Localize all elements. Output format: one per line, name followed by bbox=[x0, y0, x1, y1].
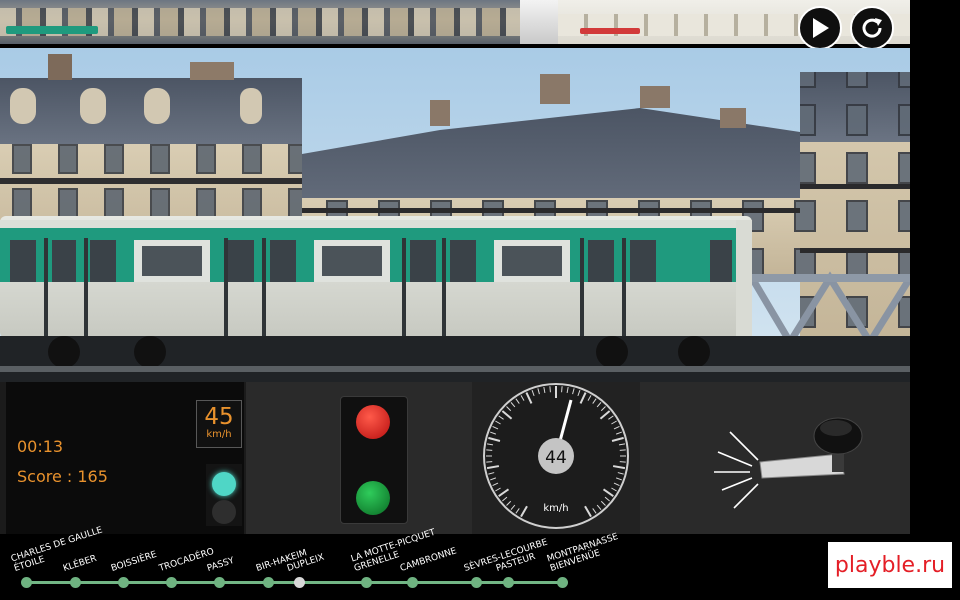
station-dot bbox=[407, 577, 418, 588]
speedometer-value: 44 bbox=[545, 448, 567, 468]
speedometer-tick bbox=[619, 461, 626, 463]
watermark-logo: playble.ru bbox=[828, 542, 952, 588]
station-label: LA MOTTE-PICQUET GRENELLE bbox=[350, 528, 440, 574]
speedometer-tick bbox=[619, 449, 626, 451]
speedometer-unit: km/h bbox=[543, 503, 568, 514]
speedometer-tick bbox=[486, 461, 493, 463]
score: Score : 165 bbox=[17, 467, 108, 486]
lever-box bbox=[640, 382, 910, 534]
stop-button[interactable] bbox=[356, 405, 390, 439]
signal-button-housing bbox=[340, 396, 408, 524]
station-dot bbox=[166, 577, 177, 588]
speed-limit-display: 45 km/h bbox=[196, 400, 242, 448]
minimap-marker bbox=[580, 28, 640, 34]
speedometer-tick bbox=[549, 386, 551, 393]
station-dot bbox=[294, 577, 305, 588]
speedometer: 44 km/h bbox=[483, 383, 629, 529]
minimap-station bbox=[520, 0, 558, 44]
play-icon bbox=[813, 18, 829, 38]
restart-button[interactable] bbox=[850, 6, 894, 50]
restart-icon bbox=[862, 18, 882, 38]
station-label: PASSY bbox=[206, 556, 236, 574]
control-panel: 00:13 Score : 165 45 km/h 44 km/h bbox=[0, 382, 910, 534]
dead-man-lever[interactable] bbox=[640, 382, 910, 534]
station-dot bbox=[361, 577, 372, 588]
station-label-line: BOISSIÈRE bbox=[109, 549, 159, 574]
speed-limit-unit: km/h bbox=[206, 429, 232, 440]
green-lamp-lit bbox=[212, 472, 236, 496]
scene-illustration bbox=[0, 48, 910, 382]
signal-lamps bbox=[206, 464, 242, 526]
timer: 00:13 bbox=[17, 437, 64, 456]
station-dot bbox=[503, 577, 514, 588]
station-label: BOISSIÈRE bbox=[110, 550, 158, 574]
station-dot bbox=[263, 577, 274, 588]
station-label: MONTPARNASSE BIENVENÜE bbox=[546, 532, 623, 574]
station-strip: CHARLES DE GAULLE ÉTOILE KLÉBER BOISSIÈRE TR… bbox=[0, 525, 960, 600]
minimap-train-marker bbox=[6, 26, 98, 34]
lamp-off bbox=[212, 500, 236, 524]
speed-limit-value: 45 bbox=[204, 404, 234, 430]
game-scene bbox=[0, 48, 910, 382]
station-dot bbox=[21, 577, 32, 588]
watermark-text: playble.ru bbox=[834, 552, 946, 578]
speedometer-box: 44 km/h bbox=[472, 382, 640, 534]
station-dot bbox=[214, 577, 225, 588]
station-dot bbox=[70, 577, 81, 588]
station-label-line: PASSY bbox=[205, 555, 236, 574]
station-dot bbox=[557, 577, 568, 588]
station-dot bbox=[118, 577, 129, 588]
station-dot bbox=[471, 577, 482, 588]
speedometer-tick bbox=[561, 386, 563, 393]
play-button[interactable] bbox=[798, 6, 842, 50]
speedometer-tick bbox=[486, 449, 493, 451]
go-button[interactable] bbox=[356, 481, 390, 515]
route-minimap bbox=[0, 0, 910, 44]
